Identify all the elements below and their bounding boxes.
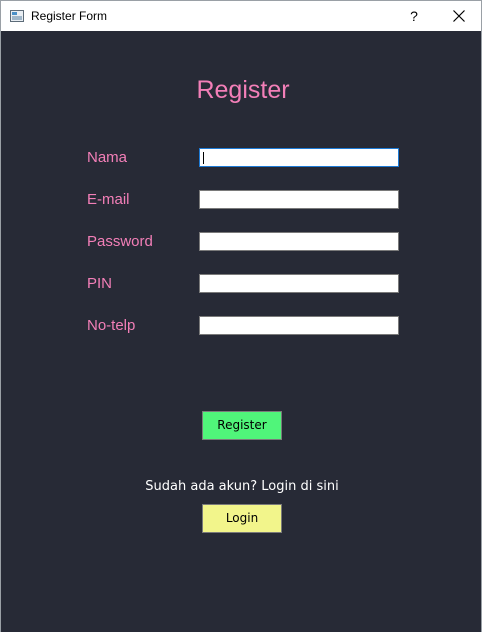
page-title: Register xyxy=(196,76,290,104)
no-telp-input[interactable] xyxy=(200,317,398,334)
help-button[interactable]: ? xyxy=(395,1,433,31)
login-button[interactable]: Login xyxy=(202,504,282,533)
nama-input[interactable] xyxy=(200,149,398,166)
title-bar[interactable]: Register Form ? xyxy=(1,1,481,31)
window-app-icon xyxy=(10,10,24,22)
email-field[interactable] xyxy=(199,190,399,209)
no-telp-field[interactable] xyxy=(199,316,399,335)
window-title: Register Form xyxy=(31,9,108,23)
register-form-window: Register Form ? Register Nama E-mail Pas… xyxy=(0,0,482,632)
password-label: Password xyxy=(87,233,153,250)
no-telp-label: No-telp xyxy=(87,317,136,334)
register-button[interactable]: Register xyxy=(202,411,282,440)
login-prompt: Sudah ada akun? Login di sini xyxy=(145,479,339,494)
text-caret xyxy=(203,152,204,164)
email-label: E-mail xyxy=(87,191,130,208)
close-icon xyxy=(453,10,465,22)
password-field[interactable] xyxy=(199,232,399,251)
nama-field[interactable] xyxy=(199,148,399,167)
close-button[interactable] xyxy=(437,1,481,31)
pin-input[interactable] xyxy=(200,275,398,292)
pin-label: PIN xyxy=(87,275,113,292)
nama-label: Nama xyxy=(87,149,128,166)
email-input[interactable] xyxy=(200,191,398,208)
pin-field[interactable] xyxy=(199,274,399,293)
password-input[interactable] xyxy=(200,233,398,250)
form-body: Register Nama E-mail Password PIN No-tel… xyxy=(1,31,481,632)
